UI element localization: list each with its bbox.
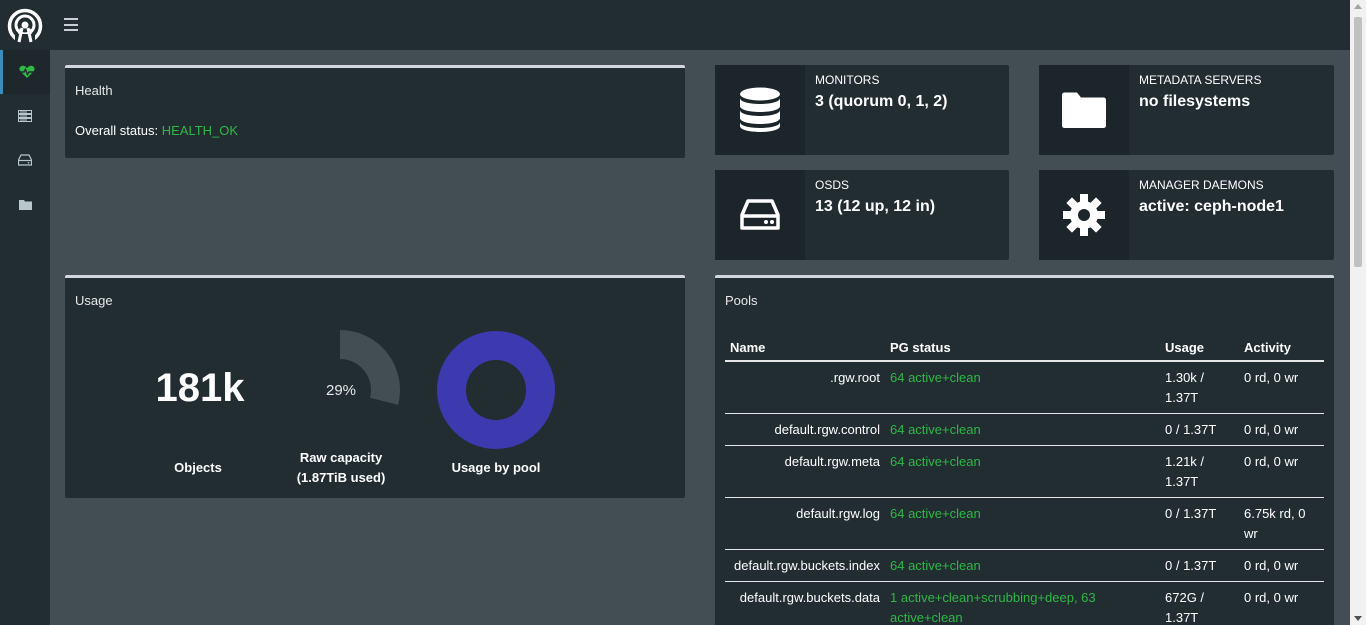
- osds-value: 13 (12 up, 12 in): [815, 198, 936, 215]
- usage-by-pool-donut: [437, 331, 555, 449]
- pool-usage: 1.30k / 1.37T: [1160, 361, 1239, 414]
- pool-pg-status: 64 active+clean: [885, 413, 1160, 446]
- monitors-infobox[interactable]: MONITORS 3 (quorum 0, 1, 2): [715, 65, 1009, 155]
- heartbeat-icon: [18, 65, 35, 78]
- table-row[interactable]: default.rgw.log 64 active+clean 0 / 1.37T 6…: [725, 497, 1324, 550]
- mds-label: METADATA SERVERS: [1139, 73, 1262, 87]
- pool-usage: 1.21k / 1.37T: [1160, 445, 1239, 498]
- column-header-activity[interactable]: Activity: [1239, 334, 1324, 362]
- raw-capacity-label: Raw capacity (1.87TiB used): [296, 450, 386, 485]
- pool-name: default.rgw.meta: [725, 445, 885, 498]
- pool-pg-status: 64 active+clean: [885, 445, 1160, 498]
- pool-activity: 0 rd, 0 wr: [1239, 549, 1324, 582]
- pool-activity: 6.75k rd, 0 wr: [1239, 497, 1324, 550]
- scrollbar-thumb[interactable]: [1354, 17, 1362, 267]
- pool-activity: 0 rd, 0 wr: [1239, 445, 1324, 498]
- mgr-label: MANAGER DAEMONS: [1139, 178, 1264, 192]
- monitors-label: MONITORS: [815, 73, 880, 87]
- page-scrollbar[interactable]: [1350, 0, 1366, 625]
- table-row[interactable]: .rgw.root 64 active+clean 1.30k / 1.37T 0 r…: [725, 361, 1324, 414]
- database-icon: [740, 87, 780, 132]
- pool-donut-ring: [437, 331, 555, 449]
- hdd-icon: [740, 199, 780, 230]
- column-header-name[interactable]: Name: [725, 334, 885, 362]
- column-header-pg-status[interactable]: PG status: [885, 334, 1160, 362]
- folder-icon: [1062, 92, 1106, 128]
- raw-capacity-gauge: 29%: [326, 330, 400, 405]
- mgr-value: active: ceph-node1: [1139, 198, 1284, 215]
- pool-activity: 0 rd, 0 wr: [1239, 361, 1324, 414]
- table-row[interactable]: default.rgw.meta 64 active+clean 1.21k / 1…: [725, 445, 1324, 498]
- sidebar-item-filesystems[interactable]: [0, 182, 50, 226]
- scroll-down-icon[interactable]: [1354, 616, 1362, 621]
- manager-daemons-infobox[interactable]: MANAGER DAEMONS active: ceph-node1: [1039, 170, 1334, 260]
- menu-icon: [64, 18, 78, 20]
- pools-panel: Pools Name PG status Usage Activity .rgw…: [715, 275, 1334, 625]
- pool-usage: 672G / 1.37T: [1160, 581, 1239, 625]
- overall-status-value: HEALTH_OK: [161, 123, 239, 138]
- sidebar: [0, 50, 50, 625]
- column-header-usage[interactable]: Usage: [1160, 334, 1239, 362]
- overall-status: Overall status: HEALTH_OK: [75, 123, 238, 138]
- table-header-row: Name PG status Usage Activity: [725, 334, 1324, 362]
- osds-infobox[interactable]: OSDS 13 (12 up, 12 in): [715, 170, 1009, 260]
- gear-icon: [1063, 194, 1105, 236]
- hdd-icon: [18, 154, 32, 166]
- pools-table: Name PG status Usage Activity .rgw.root 6…: [725, 334, 1324, 625]
- folder-icon: [18, 199, 32, 210]
- menu-toggle-button[interactable]: [64, 18, 78, 31]
- scroll-up-icon[interactable]: [1354, 4, 1362, 9]
- usage-by-pool-label: Usage by pool: [451, 460, 541, 475]
- monitors-value: 3 (quorum 0, 1, 2): [815, 93, 948, 110]
- table-row[interactable]: default.rgw.control 64 active+clean 0 / 1.…: [725, 413, 1324, 446]
- health-panel: Health Overall status: HEALTH_OK: [65, 65, 685, 158]
- pool-pg-status: 64 active+clean: [885, 497, 1160, 550]
- sidebar-item-storage[interactable]: [0, 138, 50, 182]
- sidebar-item-health[interactable]: [0, 50, 50, 94]
- pool-name: default.rgw.buckets.data: [725, 581, 885, 625]
- usage-title: Usage: [75, 293, 113, 308]
- health-title: Health: [75, 83, 113, 98]
- overall-status-label: Overall status:: [75, 123, 159, 138]
- ceph-logo[interactable]: [7, 8, 43, 44]
- table-row[interactable]: default.rgw.buckets.index 64 active+clean…: [725, 549, 1324, 582]
- pool-activity: 0 rd, 0 wr: [1239, 413, 1324, 446]
- pool-pg-status: 64 active+clean: [885, 549, 1160, 582]
- pool-name: default.rgw.buckets.index: [725, 549, 885, 582]
- pool-pg-status: 1 active+clean+scrubbing+deep, 63 active…: [885, 581, 1160, 625]
- top-navbar: [0, 0, 1350, 50]
- pool-name: default.rgw.log: [725, 497, 885, 550]
- pool-usage: 0 / 1.37T: [1160, 497, 1239, 550]
- pool-name: default.rgw.control: [725, 413, 885, 446]
- server-icon: [18, 110, 32, 122]
- objects-label: Objects: [174, 460, 222, 475]
- pool-pg-status: 64 active+clean: [885, 361, 1160, 414]
- objects-count: 181k: [155, 366, 245, 410]
- raw-capacity-percent: 29%: [326, 382, 356, 399]
- usage-panel: Usage 181k Objects 29% Raw capacity (1.8…: [65, 275, 685, 498]
- pools-title: Pools: [725, 293, 758, 308]
- metadata-servers-infobox[interactable]: METADATA SERVERS no filesystems: [1039, 65, 1334, 155]
- pool-usage: 0 / 1.37T: [1160, 413, 1239, 446]
- pool-name: .rgw.root: [725, 361, 885, 414]
- mds-value: no filesystems: [1139, 93, 1251, 110]
- sidebar-item-servers[interactable]: [0, 94, 50, 138]
- pool-usage: 0 / 1.37T: [1160, 549, 1239, 582]
- pool-activity: 0 rd, 0 wr: [1239, 581, 1324, 625]
- osds-label: OSDS: [815, 178, 850, 192]
- table-row[interactable]: default.rgw.buckets.data 1 active+clean+s…: [725, 581, 1324, 625]
